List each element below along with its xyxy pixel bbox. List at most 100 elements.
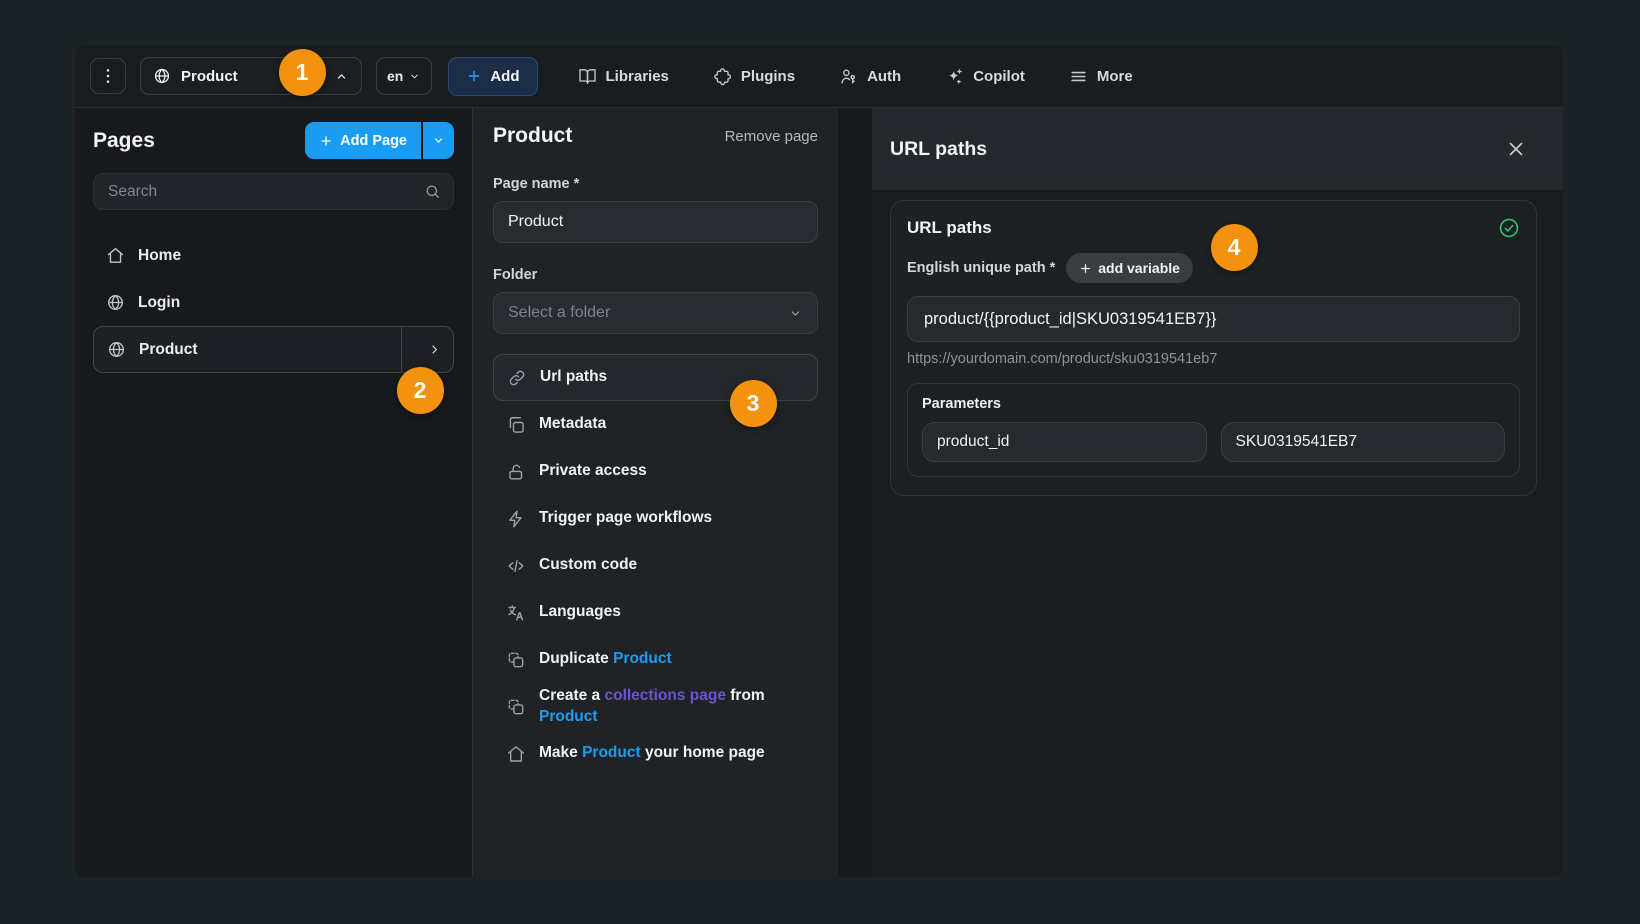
menu-item-text: Product [539,708,598,725]
folder-label: Folder [493,267,818,283]
chevron-down-icon [788,306,803,321]
add-button-label: Add [490,68,519,85]
chevron-down-icon [431,133,446,148]
plus-icon [319,134,333,148]
page-menu-item-languages[interactable]: Languages [493,589,818,636]
search-box [93,173,454,210]
toolbar-item-libraries[interactable]: Libraries [578,67,669,86]
globe-icon [107,340,126,359]
home-icon [106,246,125,265]
duplicate-icon [506,697,526,717]
sidebar-item-login[interactable]: Login [93,279,454,326]
annotation-badge-2: 2 [397,367,444,414]
page-menu-item-trigger-page-workflows[interactable]: Trigger page workflows [493,495,818,542]
menu-icon [1069,67,1088,86]
add-button[interactable]: Add [448,57,537,96]
parameters-box: Parameters [907,383,1520,477]
auth-icon [839,67,858,86]
toolbar-item-label: Plugins [741,68,795,85]
add-page-dropdown-toggle[interactable] [421,122,454,159]
menu-item-text: from [726,687,765,704]
toolbar-nav: Libraries Plugins Auth Copilot More [578,67,1133,86]
close-button[interactable] [1505,138,1527,160]
toolbar-item-label: Auth [867,68,901,85]
preview-url: https://yourdomain.com/product/sku031954… [907,351,1520,367]
search-input[interactable] [106,182,416,202]
duplicate-icon [506,650,526,670]
toolbar-item-label: Libraries [606,68,669,85]
kebab-menu-button[interactable] [90,58,126,94]
sidebar-header: Pages Add Page [93,122,454,159]
bolt-icon [506,509,526,529]
annotation-badge-1: 1 [279,49,326,96]
sidebar-item-product[interactable]: Product [93,326,454,373]
menu-item-text: Languages [539,603,621,620]
page-settings-header: Product Remove page [493,124,818,148]
page-menu-item-duplicate-product[interactable]: Duplicate Product [493,636,818,683]
add-variable-label: add variable [1098,260,1180,276]
toolbar-item-label: More [1097,68,1133,85]
add-variable-button[interactable]: add variable [1066,253,1193,283]
url-paths-panel-title: URL paths [890,138,987,161]
copy-icon [506,415,526,435]
parameters-label: Parameters [922,396,1505,412]
toolbar-item-copilot[interactable]: Copilot [945,67,1025,86]
toolbar-item-plugins[interactable]: Plugins [713,67,795,86]
book-icon [578,67,597,86]
unique-path-input[interactable] [907,296,1520,342]
url-paths-panel-header: URL paths [872,108,1563,190]
pages-sidebar: Pages Add Page Home Login Product [75,108,472,877]
page-name-input[interactable] [493,201,818,243]
sidebar-item-home[interactable]: Home [93,232,454,279]
search-icon [424,183,441,200]
divider [401,327,402,372]
menu-item-text: collections page [604,687,725,704]
plus-icon [466,68,482,84]
toolbar-item-more[interactable]: More [1069,67,1133,86]
menu-item-text: Url paths [540,368,607,385]
plus-icon [1079,262,1092,275]
chevron-up-icon [334,69,349,84]
add-page-button[interactable]: Add Page [305,122,421,159]
page-selector-dropdown[interactable]: Product [140,57,362,95]
parameters-row [922,422,1505,462]
add-page-split-button: Add Page [305,122,454,159]
code-icon [506,556,526,576]
page-settings-panel: Product Remove page Page name * Folder S… [472,108,838,877]
pages-title: Pages [93,129,155,153]
globe-icon [153,67,171,85]
menu-item-text: Product [582,744,641,761]
add-page-label: Add Page [340,133,407,149]
page-label: Login [138,294,441,312]
canvas-area: URL paths URL paths English unique path … [838,108,1563,877]
page-menu-item-create-a-collections-page-from-product[interactable]: Create a collections page from Product [493,683,818,730]
remove-page-button[interactable]: Remove page [725,128,818,145]
pages-list: Home Login Product [93,232,454,373]
close-icon [1505,138,1527,160]
chevron-down-icon [408,70,421,83]
language-selector[interactable]: en [376,57,432,95]
toolbar-item-auth[interactable]: Auth [839,67,901,86]
annotation-badge-4: 4 [1211,224,1258,271]
menu-item-text: Product [613,650,672,667]
parameter-name-input[interactable] [922,422,1207,462]
parameter-value-input[interactable] [1221,422,1506,462]
menu-item-text: Private access [539,462,647,479]
menu-item-text: Metadata [539,415,606,432]
page-menu-item-make-product-your-home-page[interactable]: Make Product your home page [493,730,818,777]
open-page-settings-button[interactable] [415,342,453,357]
page-label: Home [138,247,441,265]
annotation-badge-3: 3 [730,380,777,427]
home-icon [506,744,526,764]
page-menu-item-private-access[interactable]: Private access [493,448,818,495]
page-settings-title: Product [493,124,572,148]
language-label: en [387,68,403,84]
menu-item-text: Duplicate [539,650,613,667]
lock-icon [506,462,526,482]
app-window: Product en Add Libraries Plugins Auth Copil… [75,45,1563,877]
page-menu-item-custom-code[interactable]: Custom code [493,542,818,589]
menu-item-text: Make [539,744,582,761]
folder-select[interactable]: Select a folder [493,292,818,334]
link-icon [507,368,527,388]
sparkle-icon [945,67,964,86]
